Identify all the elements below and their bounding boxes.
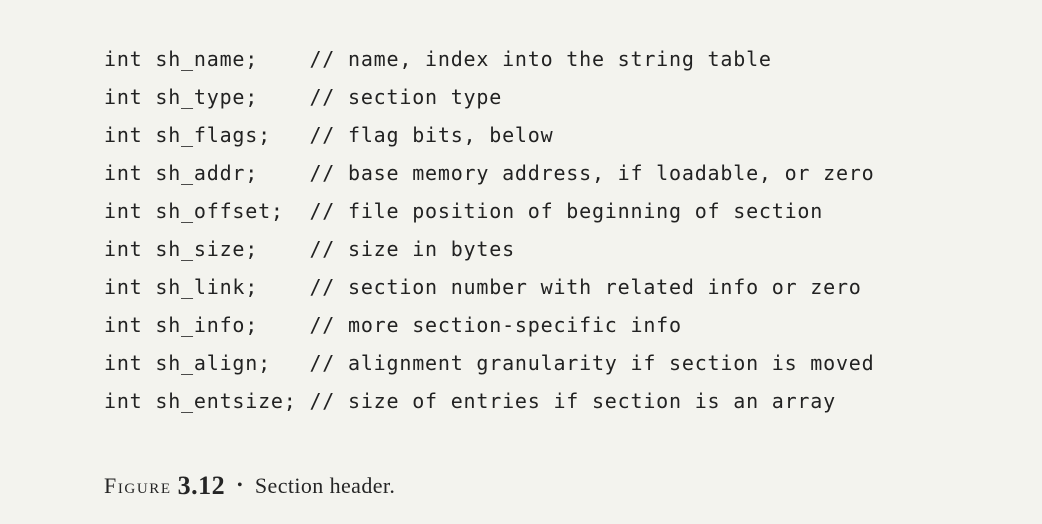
code-line: int sh_size; // size in bytes xyxy=(104,237,515,261)
code-line: int sh_link; // section number with rela… xyxy=(104,275,862,299)
code-decl: int sh_addr; xyxy=(104,161,309,185)
code-line: int sh_entsize; // size of entries if se… xyxy=(104,389,836,413)
code-comment: // file position of beginning of section xyxy=(309,199,823,223)
code-line: int sh_addr; // base memory address, if … xyxy=(104,161,874,185)
code-decl: int sh_offset; xyxy=(104,199,309,223)
code-comment: // section number with related info or z… xyxy=(309,275,861,299)
code-line: int sh_type; // section type xyxy=(104,85,502,109)
code-decl: int sh_align; xyxy=(104,351,309,375)
figure-label: Figure xyxy=(104,473,172,498)
page: int sh_name; // name, index into the str… xyxy=(0,0,1042,500)
code-decl: int sh_name; xyxy=(104,47,309,71)
code-block: int sh_name; // name, index into the str… xyxy=(104,40,1042,420)
code-line: int sh_offset; // file position of begin… xyxy=(104,199,823,223)
code-line: int sh_name; // name, index into the str… xyxy=(104,47,772,71)
code-comment: // base memory address, if loadable, or … xyxy=(309,161,874,185)
code-decl: int sh_link; xyxy=(104,275,309,299)
code-decl: int sh_flags; xyxy=(104,123,309,147)
figure-number: 3.12 xyxy=(178,471,226,500)
code-comment: // flag bits, below xyxy=(309,123,553,147)
bullet-icon: • xyxy=(237,477,243,495)
code-decl: int sh_type; xyxy=(104,85,309,109)
code-decl: int sh_info; xyxy=(104,313,309,337)
code-comment: // name, index into the string table xyxy=(309,47,771,71)
code-comment: // size in bytes xyxy=(309,237,514,261)
code-line: int sh_info; // more section-specific in… xyxy=(104,313,682,337)
code-decl: int sh_entsize; xyxy=(104,389,309,413)
code-line: int sh_flags; // flag bits, below xyxy=(104,123,553,147)
figure-text: Section header. xyxy=(255,473,395,498)
code-comment: // alignment granularity if section is m… xyxy=(309,351,874,375)
code-comment: // size of entries if section is an arra… xyxy=(309,389,835,413)
code-line: int sh_align; // alignment granularity i… xyxy=(104,351,874,375)
code-decl: int sh_size; xyxy=(104,237,309,261)
figure-caption: Figure 3.12 • Section header. xyxy=(104,470,1042,500)
code-comment: // more section-specific info xyxy=(309,313,681,337)
code-comment: // section type xyxy=(309,85,502,109)
